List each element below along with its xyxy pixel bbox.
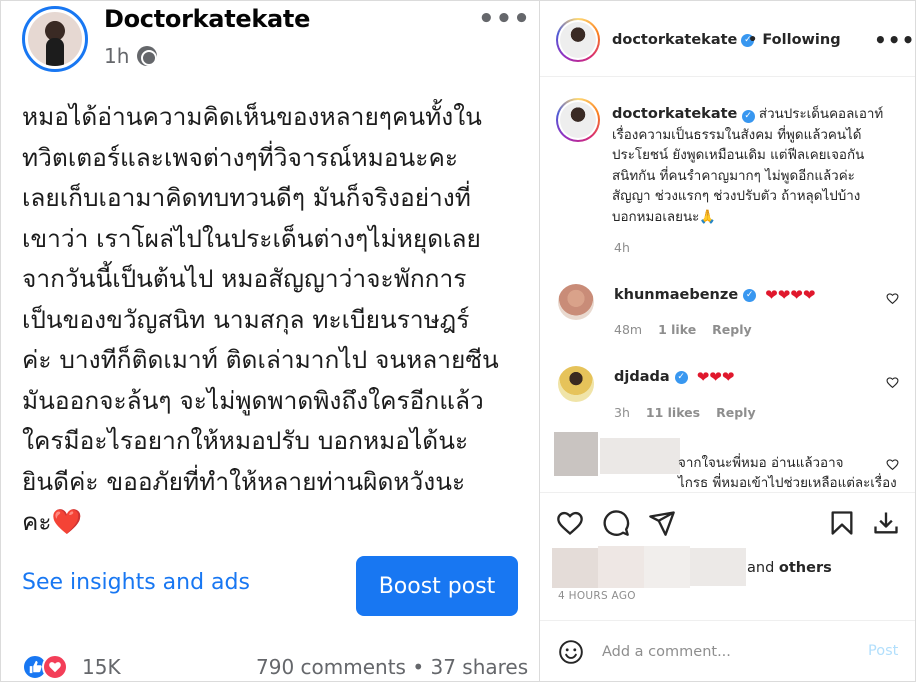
heart-icon[interactable] [556,509,584,537]
comment-time: 3h [614,405,630,420]
add-comment-input[interactable] [602,641,862,663]
partial-comment-line: ไกรธ พี่หมอเข้าไปช่วยเหลือแต่ละเรื่อง [678,476,897,491]
body-line-last: คะ❤️ [22,502,528,543]
caption-username[interactable]: doctorkatekate [612,106,737,122]
body-line: ยินดีค่ะ ขออภัยที่ทำให้หลายท่านผิดหวังนะ [22,466,466,496]
commenter-username[interactable]: djdada [614,369,670,385]
reply-button[interactable]: Reply [712,322,751,337]
following-button[interactable]: Following [762,32,840,48]
reaction-icons[interactable] [22,654,68,680]
caption-avatar[interactable] [556,98,600,142]
liked-by-and: and [747,560,775,576]
ig-header-username[interactable]: doctorkatekate [612,32,737,48]
caption-line: ประโยชน์ ยังพูดเหมือนเดิม แต่ฟีลเคยเจอกั… [612,148,865,164]
partial-comment-text: จากใจนะพี่หมอ อ่านแล้วอาจ ไกรธ พี่หมอเข้… [678,454,897,494]
blurred-liker [552,548,598,588]
liked-by-text: and others [747,560,832,576]
add-comment-bar: Post [540,620,916,682]
body-line: หมอได้อ่านความคิดเห็นของหลายๆคนทั้งใน [22,102,482,131]
see-insights-link[interactable]: See insights and ads [22,570,250,595]
post-body: หมอได้อ่านความคิดเห็นของหลายๆคนทั้งใน ทว… [22,97,528,543]
comment-likes[interactable]: 11 likes [646,405,700,420]
ig-header-username-wrap: doctorkatekate ✓ [612,32,755,48]
comment-meta: 3h 11 likes Reply [614,405,756,420]
comment-likes[interactable]: 1 like [658,322,696,337]
caption-first-line: doctorkatekate ✓ ส่วนประเด็นคอลเอาท์ [612,104,902,126]
post-time-text: 1h [104,44,130,68]
comment-like-heart-icon[interactable] [886,458,899,475]
body-line: เป็นของขวัญสนิท นามสกุล ทะเบียนราษฎร์ [22,304,470,334]
bookmark-icon[interactable] [828,509,856,537]
body-line: จากวันนี้เป็นต้นไป หมอสัญญาว่าจะพักการ [22,264,467,293]
verified-badge-icon: ✓ [743,288,757,302]
comment-text: ❤❤❤ [696,368,735,386]
ig-post-header: doctorkatekate ✓ • Following ••• [540,0,916,77]
caption-text: doctorkatekate ✓ ส่วนประเด็นคอลเอาท์ เรื… [612,104,902,229]
commenter-avatar[interactable] [558,366,594,402]
body-line: ทวิตเตอร์และเพจต่างๆที่วิจารณ์หมอนะคะ [22,142,458,172]
post-actions-bar [540,492,916,552]
smile-icon[interactable] [558,639,584,665]
boost-post-button[interactable]: Boost post [356,556,518,616]
body-line: มันออกจะล้นๆ จะไม่พูดพาดพิงถึงใครอีกแล้ว [22,385,484,415]
dot-separator: • [748,32,758,48]
body-line: เขาว่า เราโผล่ไปในประเด็นต่างๆไม่หยุดเลย [22,223,481,253]
comment-header: khunmaebenze ✓ ❤❤❤❤ [614,286,815,304]
caption-line: ส่วนประเด็นคอลเอาท์ [758,107,884,122]
blurred-liker [598,546,644,588]
more-options-icon[interactable]: ••• [478,4,531,34]
liked-by-others-link[interactable]: others [779,560,832,576]
verified-badge-icon: ✓ [674,370,688,384]
instagram-panel: doctorkatekate ✓ • Following ••• doctork… [540,0,916,682]
ig-header-avatar[interactable] [556,18,600,62]
caption-line: เรื่องความเป็นธรรมในสังคม ที่พูดแล้วคนได… [612,127,862,143]
partial-comment-line: จากใจนะพี่หมอ อ่านแล้วอาจ [678,456,844,471]
body-line: ใครมีอะไรอยากให้หมอปรับ บอกหมอได้นะ [22,426,469,455]
share-icon[interactable] [648,509,676,537]
comment-header: djdada ✓ ❤❤❤ [614,368,734,386]
comment-time: 48m [614,322,643,337]
post-comment-button[interactable]: Post [868,643,898,659]
commenter-username[interactable]: khunmaebenze [614,287,738,303]
comment-like-heart-icon[interactable] [886,292,899,309]
comment-like-heart-icon[interactable] [886,376,899,393]
body-line: เลยเก็บเอามาคิดทบทวนดีๆ มันก็จริงอย่างที… [22,183,471,212]
blurred-avatar [554,432,598,476]
comment-icon[interactable] [602,509,630,537]
facebook-post: Doctorkatekate 1h ••• หมอได้อ่านความคิดเ… [0,0,540,682]
download-icon[interactable] [872,509,900,537]
caption-line: สนิทกัน ที่คนรำคาญมากๆ ไม่พูดอีกแล้วค่ะ [612,168,855,184]
body-line-text: คะ [22,507,52,536]
blurred-liker [690,548,746,586]
author-avatar[interactable] [22,6,88,72]
caption-line: บอกหมอเลยนะ🙏 [612,209,716,225]
reaction-count[interactable]: 15K [82,655,121,679]
blurred-liker [644,546,690,588]
comment-text: ❤❤❤❤ [765,286,816,304]
red-heart-icon: ❤️ [51,507,83,536]
caption-line: สัญญา ช่วงแรกๆ ช่วงปรับตัว ถ้าหลุดไปบ้าง [612,189,861,205]
more-options-icon[interactable]: ••• [874,28,915,52]
following-status[interactable]: • Following [748,32,841,48]
post-time[interactable]: 4 HOURS AGO [558,590,636,602]
author-name[interactable]: Doctorkatekate [104,5,310,33]
post-timestamp[interactable]: 1h [104,44,158,68]
commenter-avatar[interactable] [558,284,594,320]
reply-button[interactable]: Reply [716,405,755,420]
globe-icon [137,46,158,66]
body-line: ค่ะ บางทีก็ติดเมาท์ ติดเล่ามากไป จนหลายซ… [22,345,499,374]
comments-shares-count[interactable]: 790 comments • 37 shares [256,655,528,679]
verified-badge-icon: ✓ [741,109,755,123]
caption-time: 4h [614,240,630,255]
blurred-username [600,438,680,474]
love-reaction-icon [42,654,68,680]
comment-meta: 48m 1 like Reply [614,322,752,337]
